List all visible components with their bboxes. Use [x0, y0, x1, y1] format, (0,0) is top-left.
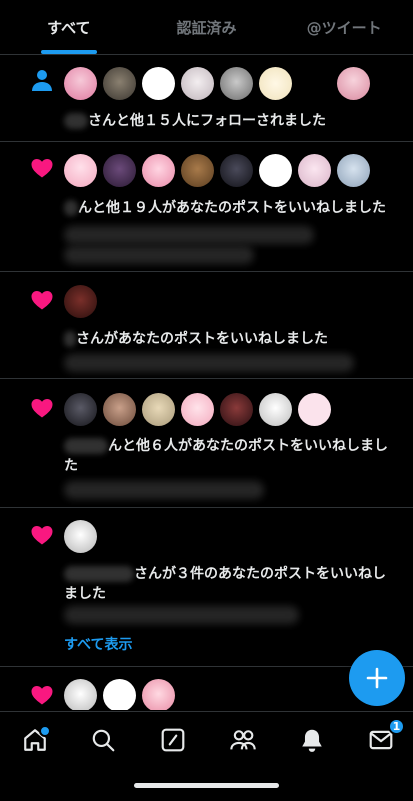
- avatar[interactable]: [103, 67, 136, 100]
- avatar[interactable]: [64, 679, 97, 710]
- messages-badge: 1: [388, 718, 405, 735]
- heart-icon: [31, 399, 53, 418]
- blurred-username: [64, 331, 76, 347]
- nav-messages[interactable]: 1: [367, 718, 405, 754]
- heart-icon: [31, 526, 53, 545]
- notification-follow[interactable]: さんと他１５人にフォローされました: [0, 55, 413, 142]
- tab-all[interactable]: すべて: [0, 0, 138, 54]
- avatar[interactable]: [64, 67, 97, 100]
- avatar[interactable]: [64, 520, 97, 553]
- notification-text: さんが３件のあなたのポストをいいねしました: [64, 566, 386, 602]
- bell-icon: [302, 729, 322, 752]
- avatar[interactable]: [259, 154, 292, 187]
- avatar[interactable]: [298, 393, 331, 426]
- active-tab-indicator: [40, 50, 97, 54]
- post-preview-blurred: [64, 481, 264, 499]
- notification-like[interactable]: んと他６人があなたのポストをいいねしました: [0, 379, 413, 508]
- avatar[interactable]: [142, 67, 175, 100]
- show-all-link[interactable]: すべて表示: [64, 634, 132, 654]
- nav-search[interactable]: [89, 726, 117, 754]
- plus-icon: [366, 667, 388, 689]
- notification-text: んと他６人があなたのポストをいいねしました: [64, 438, 388, 474]
- bottom-nav: 1: [0, 711, 413, 801]
- tab-all-label: すべて: [47, 18, 91, 37]
- nav-people[interactable]: [229, 726, 257, 754]
- unread-dot: [39, 725, 51, 737]
- blurred-username: [64, 566, 134, 582]
- post-preview-blurred: [64, 354, 354, 372]
- tab-mentions-label: @ツイート: [306, 18, 382, 37]
- avatar[interactable]: [181, 67, 214, 100]
- tab-verified[interactable]: 認証済み: [138, 0, 276, 54]
- notification-like[interactable]: さんがあなたのポストをいいねしました: [0, 272, 413, 379]
- nav-communities[interactable]: [159, 726, 187, 754]
- post-preview-blurred: [64, 226, 314, 244]
- communities-icon: [161, 728, 185, 752]
- tab-mentions[interactable]: @ツイート: [275, 0, 413, 54]
- person-icon: [32, 70, 52, 91]
- compose-button[interactable]: [349, 650, 405, 706]
- search-icon: [92, 729, 115, 752]
- avatar[interactable]: [298, 154, 331, 187]
- avatar[interactable]: [64, 154, 97, 187]
- avatar[interactable]: [142, 393, 175, 426]
- avatar[interactable]: [220, 67, 253, 100]
- blurred-username: [64, 113, 88, 129]
- notifications-tabs: すべて 認証済み @ツイート: [0, 0, 413, 55]
- avatar[interactable]: [337, 154, 370, 187]
- nav-notifications[interactable]: [298, 726, 326, 754]
- avatar[interactable]: [142, 679, 175, 710]
- notification-like[interactable]: さんが３件のあなたのポストをいいねしました すべて表示: [0, 508, 413, 667]
- blurred-username: [64, 200, 78, 216]
- avatar[interactable]: [220, 393, 253, 426]
- avatar[interactable]: [259, 67, 292, 100]
- people-icon: [230, 730, 256, 750]
- avatar[interactable]: [64, 393, 97, 426]
- heart-icon: [31, 291, 53, 310]
- blurred-username: [64, 438, 108, 454]
- notification-like[interactable]: んと他１９人があなたのポストをいいねしました: [0, 142, 413, 272]
- avatar[interactable]: [103, 154, 136, 187]
- avatar[interactable]: [103, 393, 136, 426]
- home-indicator: [134, 783, 279, 788]
- notification-text: んと他１９人があなたのポストをいいねしました: [64, 198, 399, 218]
- avatar[interactable]: [259, 393, 292, 426]
- avatar[interactable]: [142, 154, 175, 187]
- avatar[interactable]: [220, 154, 253, 187]
- avatar[interactable]: [103, 679, 136, 710]
- heart-icon: [31, 159, 53, 178]
- notifications-feed[interactable]: さんと他１５人にフォローされました んと他１９人があなたのポストをいいねしました: [0, 55, 413, 710]
- heart-icon: [31, 686, 53, 705]
- post-preview-blurred: [64, 246, 254, 264]
- nav-home[interactable]: [21, 725, 51, 754]
- avatar[interactable]: [337, 67, 370, 100]
- avatar[interactable]: [181, 154, 214, 187]
- notification-text: さんがあなたのポストをいいねしました: [64, 329, 399, 349]
- avatar[interactable]: [181, 393, 214, 426]
- notification-text: さんと他１５人にフォローされました: [64, 111, 399, 131]
- tab-verified-label: 認証済み: [176, 18, 237, 37]
- post-preview-blurred: [64, 606, 299, 624]
- avatar[interactable]: [64, 285, 97, 318]
